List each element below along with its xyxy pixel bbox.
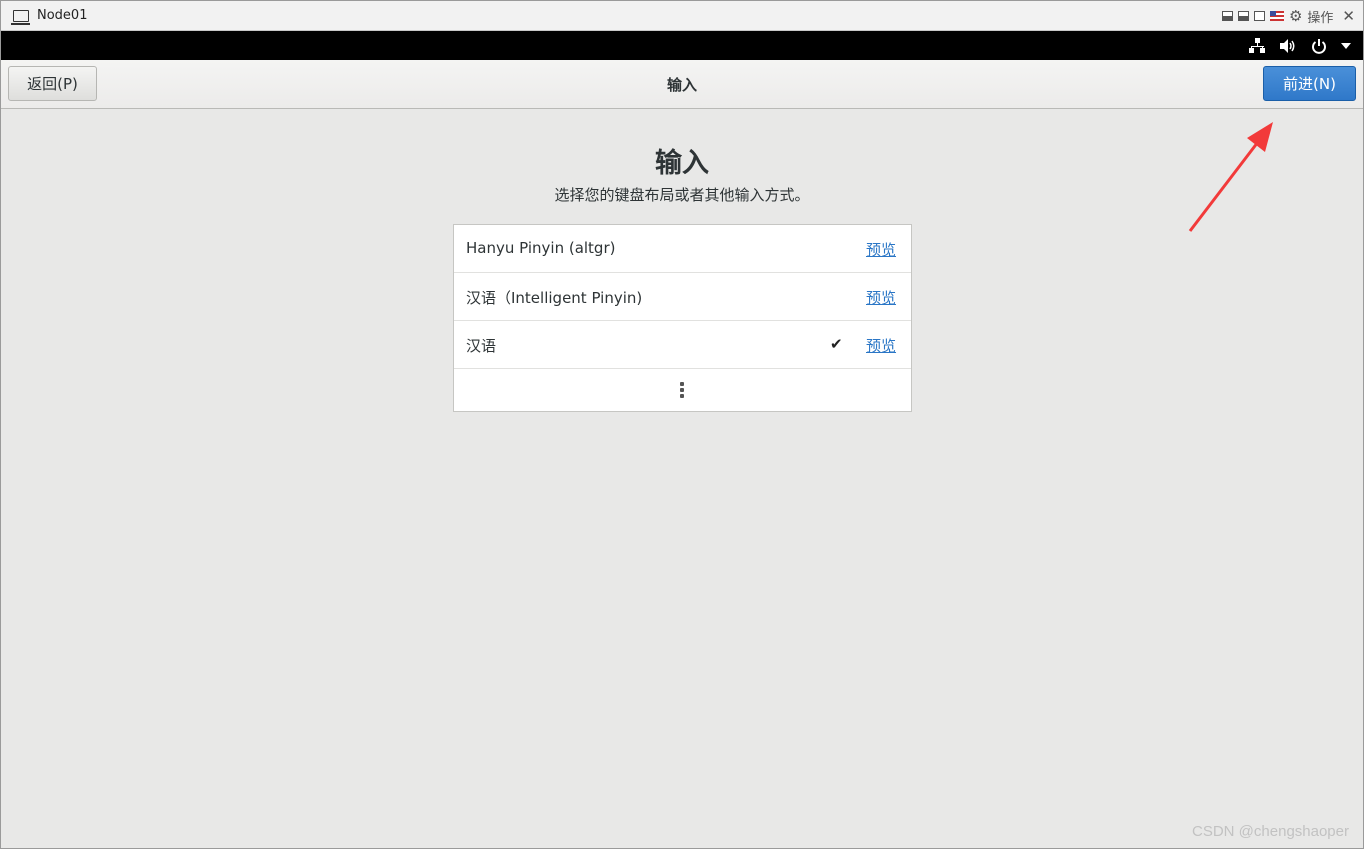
page-subtitle: 选择您的键盘布局或者其他输入方式。: [554, 186, 810, 204]
input-source-row[interactable]: 汉语（Intelligent Pinyin) 预览: [454, 273, 911, 321]
input-source-label: Hanyu Pinyin (altgr): [466, 239, 616, 257]
annotation-arrow: [1188, 122, 1273, 232]
header-bar: 返回(P) 输入 前进(N): [1, 60, 1363, 109]
header-title: 输入: [666, 76, 697, 94]
host-title-bar: Node01 ⚙ 操作 ✕: [1, 1, 1363, 31]
close-icon[interactable]: ✕: [1342, 7, 1355, 25]
restore-icon[interactable]: [1221, 11, 1233, 21]
vertical-ellipsis-icon: [680, 382, 684, 399]
preview-link[interactable]: 预览: [866, 287, 896, 308]
input-source-label: 汉语（Intelligent Pinyin): [466, 289, 643, 307]
next-button[interactable]: 前进(N): [1263, 66, 1356, 101]
network-icon: [1249, 38, 1265, 53]
input-source-row[interactable]: 汉语 ✔ 预览: [454, 321, 911, 369]
more-options-row[interactable]: [454, 369, 911, 411]
host-controls: ⚙ 操作 ✕: [1221, 1, 1355, 31]
keyboard-layout-flag-icon[interactable]: [1269, 11, 1284, 21]
gear-icon[interactable]: ⚙: [1289, 7, 1302, 25]
host-window-title: Node01: [37, 8, 88, 23]
power-icon: [1312, 38, 1326, 54]
system-status-area[interactable]: [1249, 31, 1351, 60]
vm-icon: [11, 9, 30, 25]
chevron-down-icon: [1341, 42, 1351, 49]
maximize-icon[interactable]: [1253, 11, 1265, 21]
window-frame: Node01 ⚙ 操作 ✕ 返回(P) 输入 前进(N) 输入 选择您的键盘布局…: [0, 0, 1364, 849]
checkmark-icon: ✔: [830, 335, 843, 353]
volume-icon: [1280, 38, 1295, 53]
input-source-list: Hanyu Pinyin (altgr) 预览 汉语（Intelligent P…: [453, 224, 912, 412]
preview-link[interactable]: 预览: [866, 335, 896, 356]
watermark: CSDN @chengshaoper: [1192, 823, 1349, 840]
system-top-bar: [1, 31, 1363, 60]
ops-menu[interactable]: 操作: [1307, 7, 1333, 26]
minimize-icon[interactable]: [1237, 11, 1249, 21]
input-source-label: 汉语: [466, 337, 497, 355]
preview-link[interactable]: 预览: [866, 239, 896, 260]
page-title: 输入: [655, 148, 709, 179]
input-source-row[interactable]: Hanyu Pinyin (altgr) 预览: [454, 225, 911, 273]
